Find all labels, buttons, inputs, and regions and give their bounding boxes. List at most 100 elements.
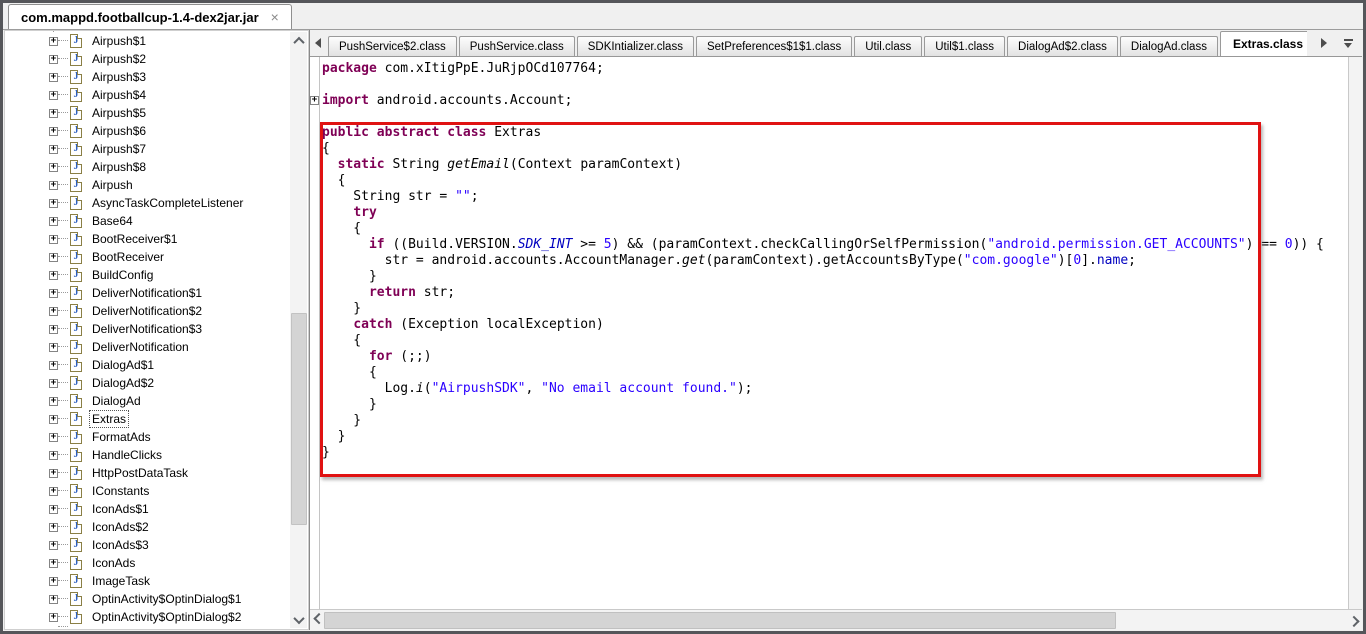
- editor-tab[interactable]: Extras.class×: [1220, 31, 1307, 56]
- expand-plus-icon[interactable]: +: [49, 91, 58, 100]
- tree-vertical-scrollbar[interactable]: [290, 32, 307, 628]
- tree-item[interactable]: +JIConstants: [6, 482, 290, 500]
- expand-plus-icon[interactable]: +: [49, 37, 58, 46]
- scroll-tabs-right-icon[interactable]: [1316, 35, 1332, 51]
- expand-plus-icon[interactable]: +: [49, 127, 58, 136]
- scroll-tabs-left-icon[interactable]: [310, 35, 326, 51]
- scroll-down-icon[interactable]: [290, 611, 307, 628]
- expand-plus-icon[interactable]: +: [49, 235, 58, 244]
- tree-item[interactable]: +JDeliverNotification: [6, 338, 290, 356]
- editor-tab[interactable]: DialogAd.class: [1120, 36, 1218, 56]
- tree-item[interactable]: +JBootReceiver$1: [6, 230, 290, 248]
- tree-item[interactable]: +JOptinActivity$OptinDialog$1: [6, 590, 290, 608]
- expand-plus-icon[interactable]: +: [49, 199, 58, 208]
- expand-plus-icon[interactable]: +: [49, 343, 58, 352]
- tree-item[interactable]: +JDeliverNotification$1: [6, 284, 290, 302]
- editor-horizontal-scrollbar[interactable]: [310, 609, 1362, 630]
- expand-plus-icon[interactable]: +: [49, 541, 58, 550]
- editor-vertical-scrollbar[interactable]: [1348, 57, 1362, 609]
- expand-plus-icon[interactable]: +: [49, 271, 58, 280]
- tree-item[interactable]: +JAirpush$6: [6, 122, 290, 140]
- tree-connector: [58, 112, 68, 114]
- tree-item[interactable]: +JAirpush$1: [6, 32, 290, 50]
- tree-scrollbar-thumb[interactable]: [291, 313, 307, 525]
- editor-tab[interactable]: Util.class: [854, 36, 922, 56]
- expand-plus-icon[interactable]: +: [49, 559, 58, 568]
- expand-plus-icon[interactable]: +: [49, 523, 58, 532]
- tree-item[interactable]: +JHandleClicks: [6, 446, 290, 464]
- tree-item[interactable]: +JDeliverNotification$2: [6, 302, 290, 320]
- tree-item[interactable]: +JDialogAd: [6, 392, 290, 410]
- tree-item[interactable]: +JBootReceiver: [6, 248, 290, 266]
- expand-plus-icon[interactable]: +: [49, 415, 58, 424]
- expand-plus-icon[interactable]: +: [49, 397, 58, 406]
- package-tree[interactable]: +JAirpush$1+JAirpush$2+JAirpush$3+JAirpu…: [6, 31, 290, 628]
- editor-tab[interactable]: SetPreferences$1$1.class: [696, 36, 852, 56]
- fold-expand-icon[interactable]: +: [310, 96, 319, 105]
- tree-item[interactable]: +JOptinActivity$OptinDialog$2: [6, 608, 290, 626]
- tree-item-label: IconAds$1: [90, 501, 151, 517]
- close-icon[interactable]: ×: [271, 10, 279, 24]
- expand-plus-icon[interactable]: +: [49, 433, 58, 442]
- jar-tab[interactable]: com.mappd.footballcup-1.4-dex2jar.jar ×: [8, 4, 292, 29]
- expand-plus-icon[interactable]: +: [49, 361, 58, 370]
- tree-item[interactable]: +JAirpush: [6, 176, 290, 194]
- expand-plus-icon[interactable]: +: [49, 379, 58, 388]
- hscrollbar-thumb[interactable]: [324, 612, 1116, 629]
- tree-item[interactable]: +JIconAds$1: [6, 500, 290, 518]
- expand-plus-icon[interactable]: +: [49, 55, 58, 64]
- tree-item[interactable]: +JBuildConfig: [6, 266, 290, 284]
- editor-tab[interactable]: DialogAd$2.class: [1007, 36, 1118, 56]
- expand-plus-icon[interactable]: +: [49, 307, 58, 316]
- scroll-up-icon[interactable]: [290, 32, 307, 49]
- expand-plus-icon[interactable]: +: [49, 505, 58, 514]
- expand-plus-icon[interactable]: +: [49, 145, 58, 154]
- editor-tab[interactable]: PushService$2.class: [328, 36, 457, 56]
- tree-item[interactable]: +JIconAds: [6, 554, 290, 572]
- expand-plus-icon[interactable]: +: [49, 217, 58, 226]
- expand-plus-icon[interactable]: +: [49, 595, 58, 604]
- tree-item-label: DialogAd: [90, 393, 143, 409]
- tree-item[interactable]: +JFormatAds: [6, 428, 290, 446]
- tree-item[interactable]: +JAirpush$8: [6, 158, 290, 176]
- tree-item[interactable]: +JHttpPostDataTask: [6, 464, 290, 482]
- tree-item[interactable]: +JDialogAd$2: [6, 374, 290, 392]
- expand-plus-icon[interactable]: +: [49, 469, 58, 478]
- java-class-icon: J: [70, 232, 82, 246]
- java-class-icon: J: [70, 376, 82, 390]
- expand-plus-icon[interactable]: +: [49, 253, 58, 262]
- editor-tab[interactable]: SDKIntializer.class: [577, 36, 694, 56]
- tree-item[interactable]: +JDeliverNotification$3: [6, 320, 290, 338]
- tree-item[interactable]: +JBase64: [6, 212, 290, 230]
- editor-tab[interactable]: PushService.class: [459, 36, 575, 56]
- tree-item[interactable]: +JAirpush$2: [6, 50, 290, 68]
- expand-plus-icon[interactable]: +: [49, 577, 58, 586]
- tree-item[interactable]: +JOptinActivity: [6, 626, 290, 628]
- tree-connector: [58, 202, 68, 204]
- editor-tab[interactable]: Util$1.class: [924, 36, 1005, 56]
- expand-plus-icon[interactable]: +: [49, 73, 58, 82]
- tree-item[interactable]: +JAirpush$7: [6, 140, 290, 158]
- expand-plus-icon[interactable]: +: [49, 325, 58, 334]
- tree-item[interactable]: +JDialogAd$1: [6, 356, 290, 374]
- tab-list-icon[interactable]: [1344, 39, 1353, 48]
- tree-item[interactable]: +JIconAds$3: [6, 536, 290, 554]
- tree-item[interactable]: +JAirpush$4: [6, 86, 290, 104]
- scroll-right-icon[interactable]: [1345, 611, 1362, 629]
- expand-plus-icon[interactable]: +: [49, 289, 58, 298]
- java-class-icon: J: [70, 556, 82, 570]
- code-editor[interactable]: + package com.xItigPpE.JuRjpOCd107764;im…: [310, 57, 1349, 609]
- tree-item[interactable]: +JAsyncTaskCompleteListener: [6, 194, 290, 212]
- tree-item[interactable]: +JIconAds$2: [6, 518, 290, 536]
- expand-plus-icon[interactable]: +: [49, 451, 58, 460]
- expand-plus-icon[interactable]: +: [49, 109, 58, 118]
- expand-plus-icon[interactable]: +: [49, 181, 58, 190]
- expand-plus-icon[interactable]: +: [49, 613, 58, 622]
- tree-item[interactable]: +JExtras: [6, 410, 290, 428]
- tree-item[interactable]: +JAirpush$3: [6, 68, 290, 86]
- expand-plus-icon[interactable]: +: [49, 487, 58, 496]
- expand-plus-icon[interactable]: +: [49, 163, 58, 172]
- java-class-icon: J: [70, 304, 82, 318]
- tree-item[interactable]: +JImageTask: [6, 572, 290, 590]
- tree-item[interactable]: +JAirpush$5: [6, 104, 290, 122]
